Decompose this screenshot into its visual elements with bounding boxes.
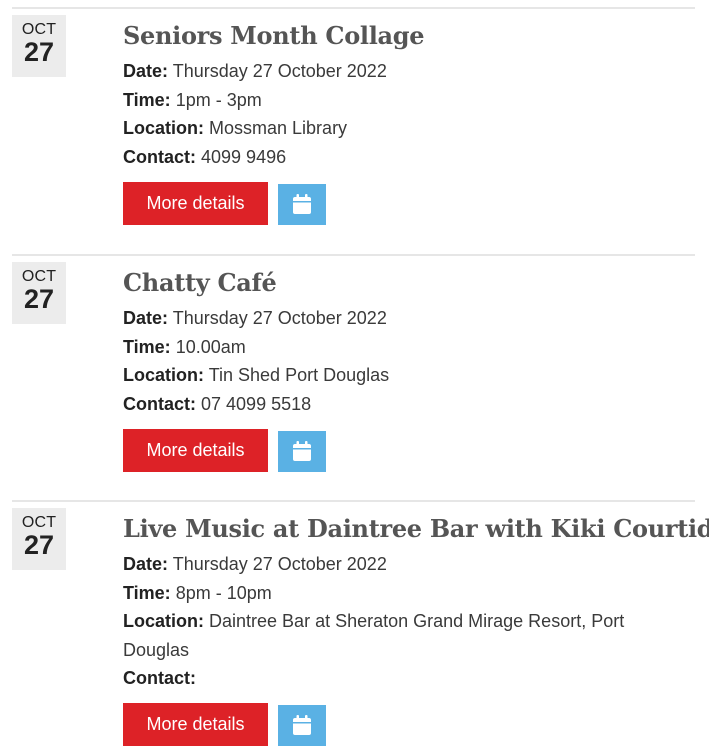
- date-value: Thursday 27 October 2022: [172, 554, 387, 574]
- date-value: Thursday 27 October 2022: [172, 308, 387, 328]
- calendar-icon: [293, 194, 311, 214]
- date-row: Date: Thursday 27 October 2022: [123, 550, 683, 579]
- event-details: Date: Thursday 27 October 2022 Time: 10.…: [123, 304, 683, 418]
- event-item: OCT 27 Seniors Month Collage Date: Thurs…: [0, 7, 709, 247]
- location-label: Location:: [123, 611, 204, 631]
- location-label: Location:: [123, 365, 204, 385]
- date-badge: OCT 27: [12, 262, 66, 324]
- location-value: Tin Shed Port Douglas: [208, 365, 390, 385]
- divider: [12, 7, 695, 9]
- time-value: 10.00am: [175, 336, 246, 357]
- add-to-calendar-button[interactable]: [278, 705, 326, 746]
- contact-row: Contact:: [123, 664, 683, 693]
- contact-row: Contact: 07 4099 5518: [123, 390, 683, 419]
- more-details-button[interactable]: More details: [123, 429, 268, 472]
- date-label: Date:: [123, 61, 169, 81]
- contact-label: Contact:: [123, 668, 196, 688]
- divider: [12, 254, 695, 256]
- time-label: Time:: [123, 89, 171, 110]
- event-title[interactable]: Seniors Month Collage: [123, 19, 425, 53]
- location-row: Location: Tin Shed Port Douglas: [123, 361, 683, 390]
- time-label: Time:: [123, 582, 171, 603]
- event-item: OCT 27 Live Music at Daintree Bar with K…: [0, 500, 709, 755]
- date-value: Thursday 27 October 2022: [172, 61, 387, 81]
- more-details-button[interactable]: More details: [123, 703, 268, 746]
- time-label: Time:: [123, 336, 171, 357]
- more-details-button[interactable]: More details: [123, 182, 268, 225]
- date-month: OCT: [21, 21, 57, 38]
- date-month: OCT: [21, 514, 57, 531]
- date-label: Date:: [123, 308, 169, 328]
- contact-label: Contact:: [123, 146, 196, 167]
- date-row: Date: Thursday 27 October 2022: [123, 57, 683, 86]
- time-row: Time: 10.00am: [123, 333, 683, 362]
- divider: [12, 500, 695, 502]
- location-label: Location:: [123, 118, 204, 138]
- date-badge: OCT 27: [12, 508, 66, 570]
- location-row: Location: Daintree Bar at Sheraton Grand…: [123, 607, 683, 664]
- event-item: OCT 27 Chatty Café Date: Thursday 27 Oct…: [0, 254, 709, 494]
- time-value: 8pm - 10pm: [175, 582, 272, 603]
- event-title[interactable]: Chatty Café: [123, 266, 277, 300]
- time-row: Time: 1pm - 3pm: [123, 86, 683, 115]
- add-to-calendar-button[interactable]: [278, 431, 326, 472]
- contact-row: Contact: 4099 9496: [123, 143, 683, 172]
- date-day: 27: [23, 530, 55, 560]
- contact-value: 07 4099 5518: [201, 393, 312, 414]
- contact-value: 4099 9496: [201, 146, 287, 167]
- date-label: Date:: [123, 554, 169, 574]
- add-to-calendar-button[interactable]: [278, 184, 326, 225]
- calendar-icon: [293, 441, 311, 461]
- date-row: Date: Thursday 27 October 2022: [123, 304, 683, 333]
- location-row: Location: Mossman Library: [123, 114, 683, 143]
- date-month: OCT: [21, 268, 57, 285]
- event-details: Date: Thursday 27 October 2022 Time: 1pm…: [123, 57, 683, 171]
- date-day: 27: [23, 284, 55, 314]
- event-title[interactable]: Live Music at Daintree Bar with Kiki Cou…: [123, 512, 709, 546]
- calendar-icon: [293, 715, 311, 735]
- location-value: Mossman Library: [209, 118, 348, 138]
- date-badge: OCT 27: [12, 15, 66, 77]
- date-day: 27: [23, 37, 55, 67]
- contact-label: Contact:: [123, 393, 196, 414]
- time-row: Time: 8pm - 10pm: [123, 579, 683, 608]
- time-value: 1pm - 3pm: [175, 89, 262, 110]
- event-details: Date: Thursday 27 October 2022 Time: 8pm…: [123, 550, 683, 693]
